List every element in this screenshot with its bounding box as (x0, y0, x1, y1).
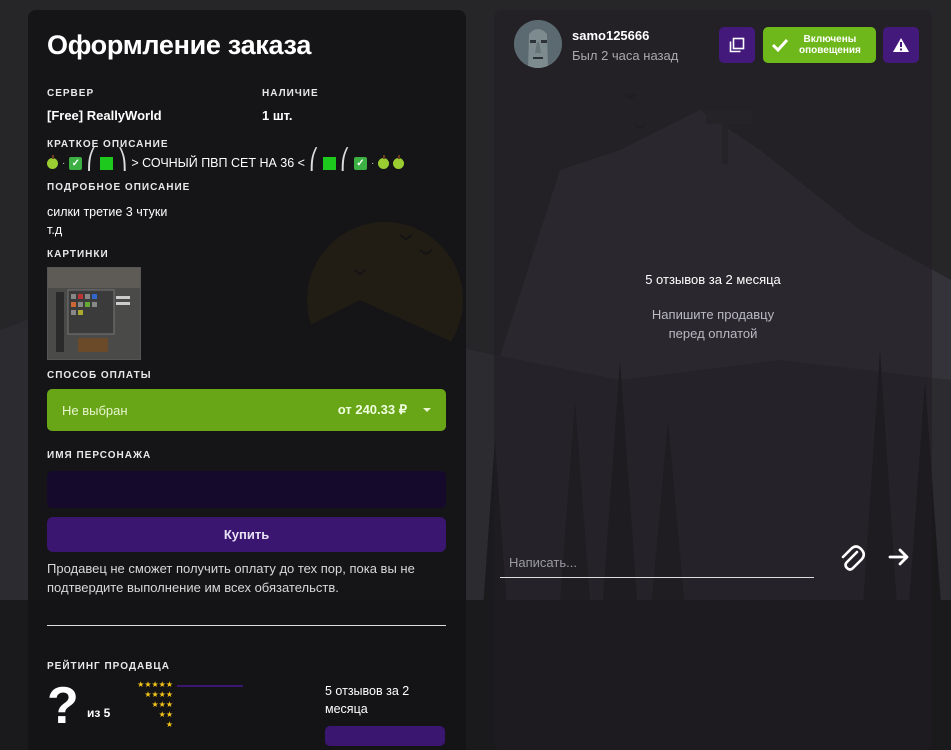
payment-notice: Продавец не сможет получить оплату до те… (47, 561, 415, 595)
rating-value: ? (47, 677, 79, 735)
notifications-label: Включены оповещения (799, 34, 861, 56)
pictures-label: КАРТИНКИ (47, 249, 109, 260)
server-value: [Free] ReallyWorld (47, 108, 162, 123)
full-description-label: ПОДРОБНОЕ ОПИСАНИЕ (47, 182, 191, 193)
paren-icon: ⎛ (308, 148, 319, 171)
reviews-button[interactable] (325, 726, 445, 746)
paren-icon: ⎛ (339, 148, 350, 171)
full-description-line: т.д (47, 223, 63, 237)
arrow-right-icon (888, 548, 909, 566)
message-input[interactable] (500, 548, 814, 578)
report-button[interactable] (883, 27, 919, 63)
green-apple-icon (47, 154, 58, 169)
character-name-input[interactable] (47, 471, 446, 508)
divider (47, 625, 446, 626)
green-apple-icon (378, 154, 390, 169)
chat-hint: Напишите продавцу перед оплатой (494, 305, 932, 343)
warning-icon (893, 38, 909, 52)
copy-button[interactable] (719, 27, 755, 63)
reviews-summary: 5 отзывов за 2 месяца (645, 272, 781, 287)
notifications-label-line: оповещения (799, 45, 861, 56)
page-title: Оформление заказа (47, 30, 312, 60)
chevron-down-icon (423, 408, 431, 412)
payment-price: от 240.33 ₽ (337, 402, 407, 417)
payment-selected-value: Не выбран (62, 402, 128, 418)
full-description: силки третие 3 чтуки т.д (47, 203, 447, 239)
stock-value: 1 шт. (262, 108, 293, 123)
buy-button[interactable]: Купить (47, 517, 446, 552)
seller-last-seen: Был 2 часа назад (572, 48, 679, 63)
check-icon (771, 38, 789, 52)
green-apple-icon (393, 154, 405, 169)
star-row-1: ★ (165, 720, 173, 729)
check-box-icon: ✓ (353, 156, 367, 170)
short-description-text: > СОЧНЫЙ ПВП СЕТ НА 36 < (131, 156, 305, 170)
chat-hint-line: перед оплатой (668, 326, 758, 341)
full-description-line: силки третие 3 чтуки (47, 205, 168, 219)
short-description: · ✓ ⎛ ⎞ > СОЧНЫЙ ПВП СЕТ НА 36 < ⎛ ⎛ ✓ · (47, 149, 447, 172)
rating-of: из 5 (87, 706, 111, 720)
paren-icon: ⎛ (86, 148, 97, 171)
star-row-4: ★★★★ (144, 690, 173, 699)
product-image-thumbnail[interactable] (47, 267, 141, 360)
game-screenshot-image (48, 268, 140, 359)
star-row-5: ★★★★★ (137, 680, 173, 689)
rating-stars: ★★★★★ ★★★★ ★★★ ★★ ★ (125, 680, 173, 730)
seller-username[interactable]: samo125666 (572, 28, 649, 43)
check-box-icon: ✓ (69, 156, 83, 170)
attach-button[interactable] (839, 544, 866, 577)
rating-bar (177, 685, 243, 687)
star-row-2: ★★ (158, 710, 173, 719)
dot-icon: · (62, 157, 66, 169)
order-panel: Оформление заказа СЕРВЕР [Free] ReallyWo… (28, 10, 466, 750)
paperclip-icon (841, 545, 866, 571)
green-square-icon (100, 156, 114, 170)
payment-method-label: СПОСОБ ОПЛАТЫ (47, 370, 152, 381)
send-button[interactable] (888, 546, 910, 573)
moai-avatar-icon (514, 20, 562, 68)
avatar[interactable] (514, 20, 562, 68)
character-name-label: ИМЯ ПЕРСОНАЖА (47, 450, 152, 461)
payment-method-select[interactable]: Не выбран от 240.33 ₽ (47, 389, 446, 431)
paren-icon: ⎞ (117, 148, 128, 171)
server-label: СЕРВЕР (47, 88, 95, 99)
notifications-toggle[interactable]: Включены оповещения (763, 27, 876, 63)
short-description-label: КРАТКОЕ ОПИСАНИЕ (47, 139, 169, 150)
chat-hint-line: Напишите продавцу (651, 307, 775, 322)
seller-chat-panel: samo125666 Был 2 часа назад Включены опо… (494, 10, 932, 750)
copy-icon (729, 37, 745, 53)
dot-icon: · (370, 157, 375, 169)
notifications-label-line: Включены (803, 34, 857, 45)
star-row-3: ★★★ (151, 700, 173, 709)
seller-rating-label: РЕЙТИНГ ПРОДАВЦА (47, 661, 170, 672)
green-square-icon (322, 156, 336, 170)
reviews-count: 5 отзывов за 2 месяца (325, 684, 410, 716)
seller-rating: ? из 5 ★★★★★ ★★★★ ★★★ ★★ ★ 5 отзывов за … (47, 677, 447, 746)
stock-label: НАЛИЧИЕ (262, 88, 319, 99)
